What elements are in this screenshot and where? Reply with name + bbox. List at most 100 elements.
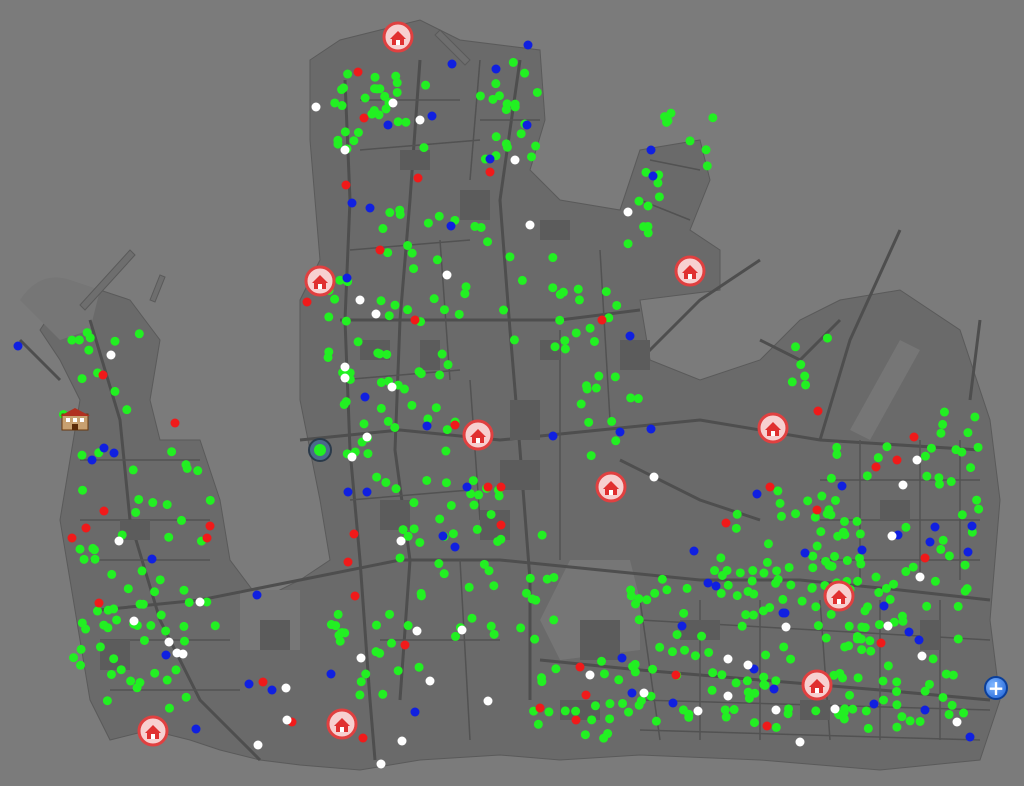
green-marker — [110, 336, 120, 346]
green-marker — [431, 403, 441, 413]
white-marker — [743, 660, 753, 670]
green-marker — [472, 524, 482, 534]
green-marker — [801, 380, 811, 390]
green-marker — [580, 730, 590, 740]
green-marker — [720, 705, 730, 715]
green-marker — [783, 709, 793, 719]
white-marker — [412, 626, 422, 636]
green-marker — [167, 447, 177, 457]
green-marker — [827, 561, 837, 571]
green-marker — [349, 136, 359, 146]
green-marker — [376, 296, 386, 306]
green-marker — [731, 678, 741, 688]
white-marker — [425, 676, 435, 686]
blue-marker — [342, 273, 352, 283]
white-marker — [525, 220, 535, 230]
green-marker — [842, 556, 852, 566]
blue-marker — [668, 698, 678, 708]
green-marker — [409, 264, 419, 274]
green-marker — [537, 530, 547, 540]
safehouse-icon[interactable] — [674, 255, 706, 287]
green-marker — [811, 706, 821, 716]
red-marker — [81, 523, 91, 533]
safehouse-icon[interactable] — [462, 419, 494, 451]
blue-marker — [857, 545, 867, 555]
green-marker — [150, 668, 160, 678]
green-marker — [399, 384, 409, 394]
green-marker — [574, 295, 584, 305]
green-marker — [697, 631, 707, 641]
globe-icon[interactable] — [308, 438, 332, 462]
green-marker — [353, 337, 363, 347]
green-marker — [702, 161, 712, 171]
green-marker — [131, 507, 141, 517]
green-marker — [468, 476, 478, 486]
green-marker — [390, 422, 400, 432]
safehouse-icon[interactable] — [823, 580, 855, 612]
green-marker — [123, 584, 133, 594]
green-marker — [889, 579, 899, 589]
green-marker — [429, 294, 439, 304]
green-marker — [555, 289, 565, 299]
red-marker — [762, 721, 772, 731]
green-marker — [874, 588, 884, 598]
white-marker — [114, 536, 124, 546]
green-marker — [392, 78, 402, 88]
green-marker — [454, 309, 464, 319]
green-marker — [747, 576, 757, 586]
green-marker — [947, 700, 957, 710]
safehouse-icon[interactable] — [382, 21, 414, 53]
green-marker — [597, 656, 607, 666]
green-marker — [938, 419, 948, 429]
green-marker — [599, 669, 609, 679]
green-marker — [576, 399, 586, 409]
green-marker — [385, 208, 395, 218]
green-marker — [830, 495, 840, 505]
green-marker — [796, 360, 806, 370]
city-map[interactable] — [0, 0, 1024, 786]
blue-marker — [677, 621, 687, 631]
safehouse-icon[interactable] — [137, 715, 169, 747]
blue-marker — [244, 679, 254, 689]
green-marker — [830, 551, 840, 561]
green-marker — [883, 661, 893, 671]
red-marker — [812, 505, 822, 515]
green-marker — [922, 471, 932, 481]
green-marker — [333, 139, 343, 149]
white-marker — [483, 696, 493, 706]
red-marker — [813, 406, 823, 416]
green-marker — [807, 583, 817, 593]
zoom-in-button[interactable]: + — [984, 676, 1008, 700]
green-marker — [938, 535, 948, 545]
green-marker — [811, 602, 821, 612]
red-marker — [343, 557, 353, 567]
white-marker — [164, 637, 174, 647]
safehouse-icon[interactable] — [326, 708, 358, 740]
safehouse-icon[interactable] — [304, 265, 336, 297]
green-marker — [655, 642, 665, 652]
white-marker — [639, 688, 649, 698]
blue-marker — [438, 531, 448, 541]
green-marker — [489, 629, 499, 639]
green-marker — [654, 192, 664, 202]
green-marker — [434, 559, 444, 569]
green-marker — [934, 473, 944, 483]
green-marker — [116, 665, 126, 675]
green-marker — [505, 252, 515, 262]
green-marker — [437, 349, 447, 359]
green-marker — [324, 312, 334, 322]
safehouse-icon[interactable] — [801, 669, 833, 701]
green-marker — [750, 688, 760, 698]
green-marker — [584, 417, 594, 427]
safehouse-icon[interactable] — [757, 412, 789, 444]
green-marker — [571, 328, 581, 338]
green-marker — [590, 701, 600, 711]
green-marker — [161, 626, 171, 636]
green-marker — [821, 633, 831, 643]
green-marker — [416, 588, 426, 598]
green-marker — [758, 606, 768, 616]
safehouse-icon[interactable] — [595, 471, 627, 503]
green-marker — [330, 98, 340, 108]
green-marker — [92, 606, 102, 616]
green-marker — [773, 486, 783, 496]
